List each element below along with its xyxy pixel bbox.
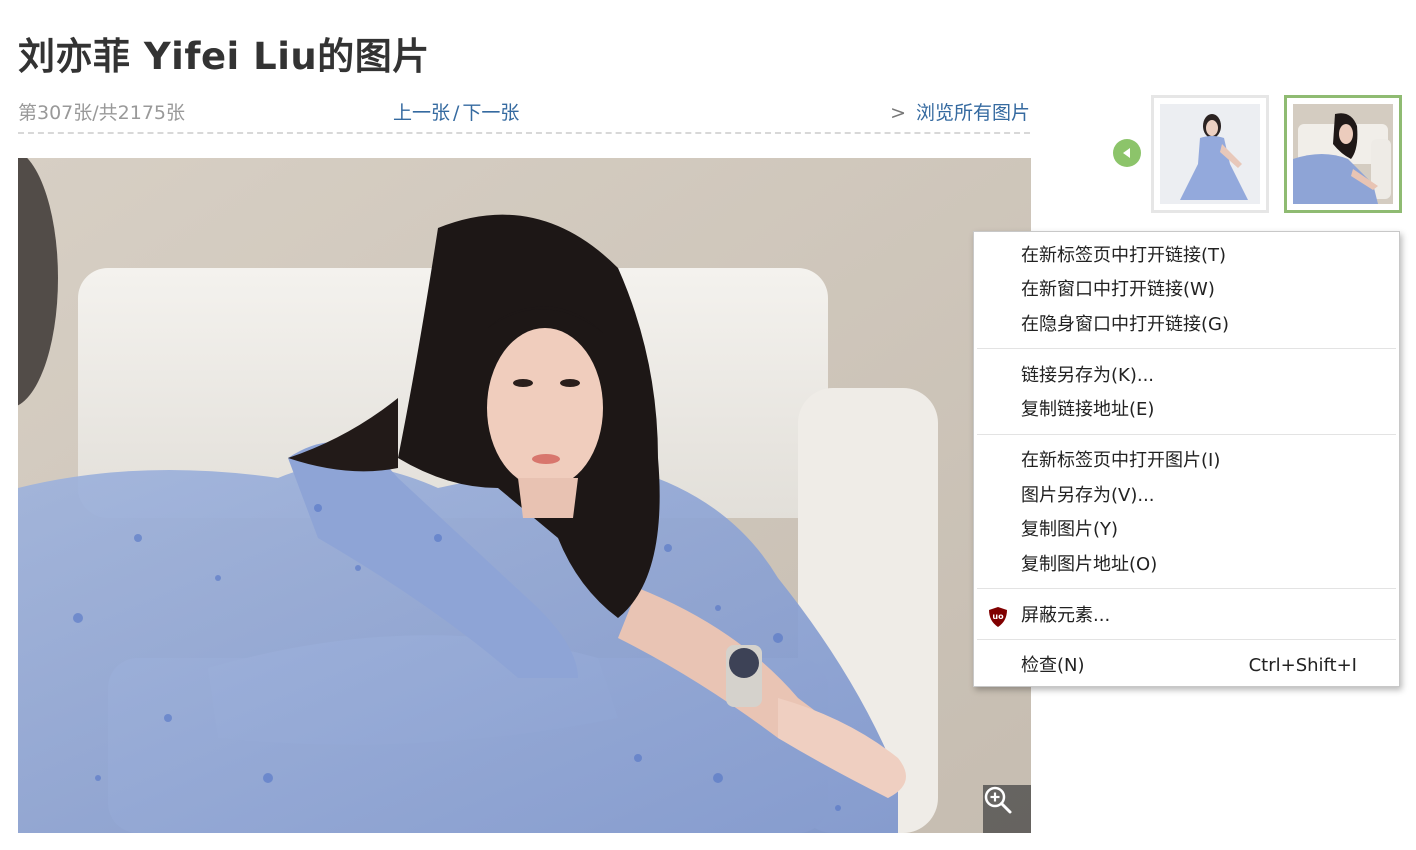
pager-separator: / (453, 102, 460, 124)
menu-item-label: 图片另存为(V)... (1021, 485, 1155, 506)
context-menu: 在新标签页中打开链接(T) 在新窗口中打开链接(W) 在隐身窗口中打开链接(G)… (973, 231, 1400, 687)
next-image-link[interactable]: 下一张 (462, 102, 519, 124)
menu-item-label: 屏蔽元素... (1021, 605, 1111, 626)
zoom-in-icon (984, 786, 1012, 814)
chevron-right-icon: > (890, 102, 906, 124)
menu-divider (977, 639, 1396, 640)
thumbnail-2[interactable] (1284, 95, 1402, 213)
pager: 上一张 / 下一张 (393, 98, 519, 125)
browse-all-link[interactable]: 浏览所有图片 (916, 102, 1030, 124)
menu-item-label: 复制图片(Y) (1021, 519, 1119, 540)
zoom-button[interactable] (983, 785, 1031, 833)
menu-save-link-as[interactable]: 链接另存为(K)... (974, 360, 1399, 392)
menu-item-label: 在隐身窗口中打开链接(G) (1021, 314, 1229, 335)
menu-divider (977, 434, 1396, 435)
menu-save-image-as[interactable]: 图片另存为(V)... (974, 480, 1399, 512)
menu-divider (977, 588, 1396, 589)
menu-copy-image[interactable]: 复制图片(Y) (974, 514, 1399, 546)
menu-open-image-new-tab[interactable]: 在新标签页中打开图片(I) (974, 445, 1399, 477)
main-photo[interactable] (18, 158, 1031, 833)
menu-shortcut: Ctrl+Shift+I (1248, 655, 1357, 676)
prev-image-link[interactable]: 上一张 (393, 102, 450, 124)
menu-open-link-incognito[interactable]: 在隐身窗口中打开链接(G) (974, 309, 1399, 341)
left-arrow-icon (1123, 148, 1130, 158)
thumbnail-1[interactable] (1151, 95, 1269, 213)
menu-open-link-new-tab[interactable]: 在新标签页中打开链接(T) (974, 240, 1399, 272)
menu-inspect[interactable]: 检查(N) Ctrl+Shift+I (974, 650, 1399, 682)
menu-item-label: 链接另存为(K)... (1021, 365, 1155, 386)
menu-block-element[interactable]: uo 屏蔽元素... (974, 600, 1399, 632)
menu-copy-link-address[interactable]: 复制链接地址(E) (974, 394, 1399, 426)
image-navigation-bar: 第307张/共2175张 上一张 / 下一张 > 浏览所有图片 (18, 96, 1030, 134)
thumbnail-image (1160, 104, 1260, 204)
photo-illustration (18, 158, 1031, 833)
ublock-origin-icon: uo (989, 607, 1007, 627)
image-counter: 第307张/共2175张 (18, 102, 186, 124)
menu-item-label: 复制图片地址(O) (1021, 554, 1158, 575)
menu-item-label: 在新标签页中打开链接(T) (1021, 245, 1227, 266)
menu-divider (977, 348, 1396, 349)
menu-item-label: 在新窗口中打开链接(W) (1021, 279, 1215, 300)
menu-item-label: 复制链接地址(E) (1021, 399, 1155, 420)
page-title: 刘亦菲 Yifei Liu的图片 (18, 35, 430, 78)
browse-all: > 浏览所有图片 (890, 98, 1030, 125)
thumbnail-image (1293, 104, 1393, 204)
svg-text:uo: uo (992, 612, 1004, 621)
menu-open-link-new-window[interactable]: 在新窗口中打开链接(W) (974, 274, 1399, 306)
prev-thumbnails-button[interactable] (1113, 139, 1141, 167)
menu-item-label: 在新标签页中打开图片(I) (1021, 450, 1221, 471)
menu-copy-image-address[interactable]: 复制图片地址(O) (974, 549, 1399, 581)
menu-item-label: 检查(N) (1021, 655, 1085, 676)
